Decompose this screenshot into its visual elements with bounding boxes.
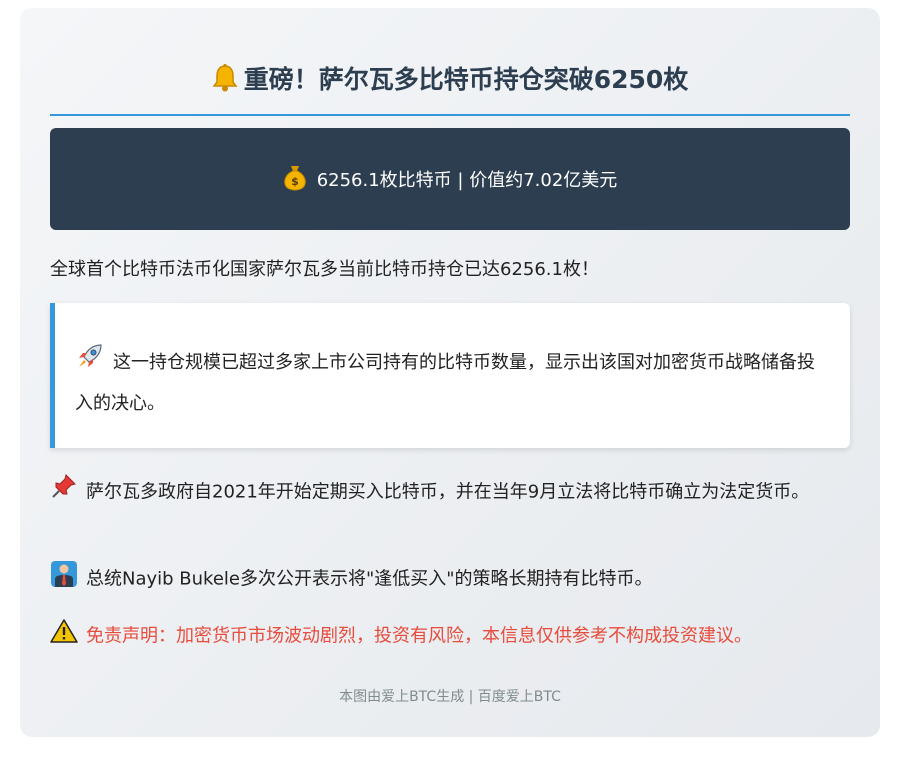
title-row: 重磅！萨尔瓦多比特币持仓突破6250枚 <box>50 60 850 116</box>
money-bag-icon: $ <box>283 163 307 196</box>
svg-text:$: $ <box>291 175 299 188</box>
news-card: 重磅！萨尔瓦多比特币持仓突破6250枚 $ 6256.1枚比特币 | 价值约7.… <box>20 8 880 737</box>
holdings-banner: $ 6256.1枚比特币 | 价值约7.02亿美元 <box>50 128 850 230</box>
warning-icon <box>50 618 78 655</box>
rocket-icon <box>75 341 105 385</box>
pushpin-icon <box>50 472 78 513</box>
page-title: 重磅！萨尔瓦多比特币持仓突破6250枚 <box>243 65 689 94</box>
point-purchase: 萨尔瓦多政府自2021年开始定期买入比特币，并在当年9月立法将比特币确立为法定货… <box>50 472 850 513</box>
point-president: 总统Nayib Bukele多次公开表示将"逢低买入"的策略长期持有比特币。 <box>50 560 850 599</box>
person-icon <box>50 560 78 599</box>
highlight-quote: 这一持仓规模已超过多家上市公司持有的比特币数量，显示出该国对加密货币战略储备投入… <box>50 303 850 448</box>
footer-credit: 本图由爱上BTC生成 | 百度爱上BTC <box>339 689 561 705</box>
holdings-text: 6256.1枚比特币 | 价值约7.02亿美元 <box>316 170 618 191</box>
point-purchase-text: 萨尔瓦多政府自2021年开始定期买入比特币，并在当年9月立法将比特币确立为法定货… <box>86 481 810 503</box>
disclaimer-text: 免责声明：加密货币市场波动剧烈，投资有风险，本信息仅供参考不构成投资建议。 <box>86 625 752 647</box>
bell-icon <box>212 64 238 96</box>
point-president-text: 总统Nayib Bukele多次公开表示将"逢低买入"的策略长期持有比特币。 <box>86 568 653 590</box>
highlight-text: 这一持仓规模已超过多家上市公司持有的比特币数量，显示出该国对加密货币战略储备投入… <box>75 352 815 414</box>
intro-paragraph: 全球首个比特币法币化国家萨尔瓦多当前比特币持仓已达6256.1枚！ <box>50 259 599 280</box>
disclaimer: 免责声明：加密货币市场波动剧烈，投资有风险，本信息仅供参考不构成投资建议。 <box>50 618 850 655</box>
